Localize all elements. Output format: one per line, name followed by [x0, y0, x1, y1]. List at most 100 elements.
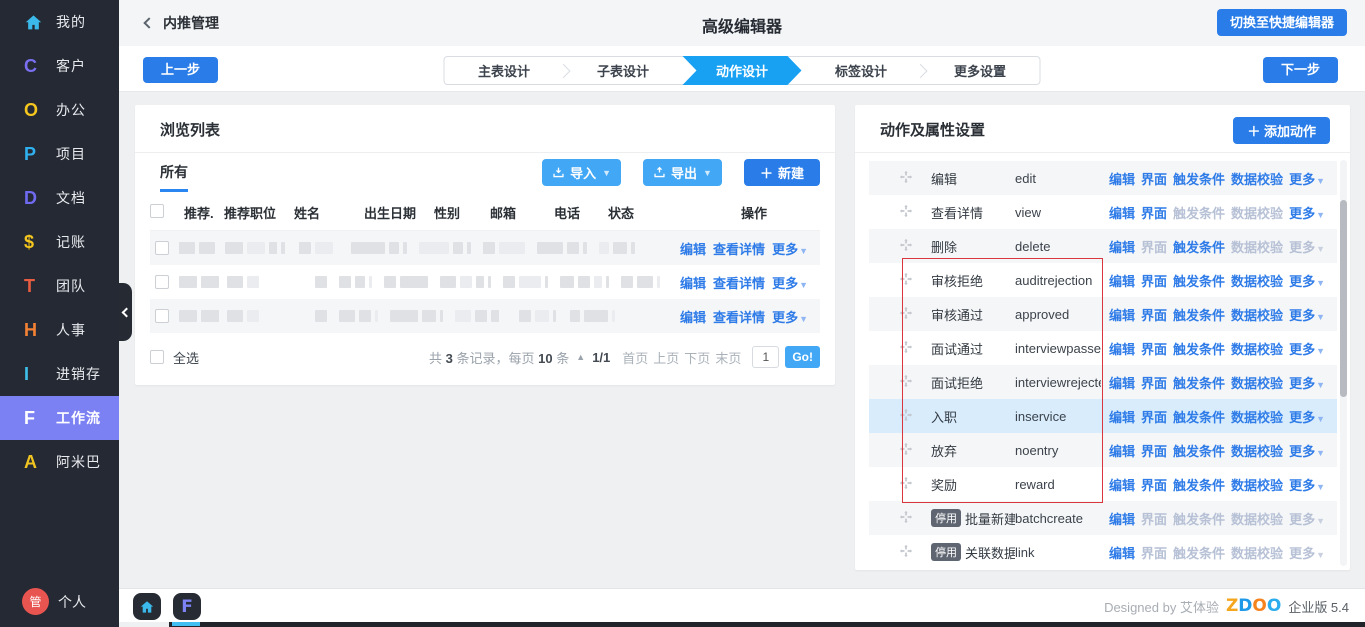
action-link[interactable]: 触发条件 — [1173, 475, 1225, 494]
create-button[interactable]: ＋ 新建 — [744, 159, 820, 186]
action-link[interactable]: 编辑 — [1109, 475, 1135, 494]
action-link[interactable]: 界面 — [1141, 475, 1167, 494]
action-link[interactable]: 触发条件 — [1173, 203, 1225, 222]
action-link[interactable]: 更多▼ — [1289, 441, 1325, 460]
sidebar-item[interactable]: A 阿米巴 — [0, 440, 119, 484]
action-link[interactable]: 触发条件 — [1173, 509, 1225, 528]
action-link[interactable]: 编辑 — [1109, 441, 1135, 460]
row-action-link[interactable]: 查看详情 — [713, 307, 765, 326]
action-link[interactable]: 界面 — [1141, 339, 1167, 358]
sidebar-item[interactable]: D 文档 — [0, 176, 119, 220]
per-page-caret-icon[interactable]: ▲ — [576, 352, 585, 362]
action-link[interactable]: 数据校验 — [1231, 373, 1283, 392]
header-checkbox[interactable] — [150, 204, 164, 218]
row-action-link[interactable]: 编辑 — [680, 273, 706, 292]
action-row[interactable]: 删除 delete 编辑界面触发条件数据校验更多▼ — [869, 229, 1337, 263]
action-link[interactable]: 编辑 — [1109, 543, 1135, 562]
action-row[interactable]: 面试拒绝 interviewrejected 编辑界面触发条件数据校验更多▼ — [869, 365, 1337, 399]
action-link[interactable]: 触发条件 — [1173, 407, 1225, 426]
action-link[interactable]: 界面 — [1141, 407, 1167, 426]
action-link[interactable]: 数据校验 — [1231, 543, 1283, 562]
action-link[interactable]: 更多▼ — [1289, 339, 1325, 358]
tab-all[interactable]: 所有 — [160, 162, 188, 192]
page-number-input[interactable] — [752, 346, 779, 368]
action-link[interactable]: 触发条件 — [1173, 305, 1225, 324]
drag-handle-icon[interactable] — [899, 476, 915, 492]
drag-handle-icon[interactable] — [899, 544, 915, 560]
drag-handle-icon[interactable] — [899, 408, 915, 424]
action-link[interactable]: 更多▼ — [1289, 543, 1325, 562]
scrollbar-thumb[interactable] — [1340, 200, 1347, 397]
action-link[interactable]: 数据校验 — [1231, 237, 1283, 256]
action-link[interactable]: 编辑 — [1109, 203, 1135, 222]
table-row[interactable]: 编辑查看详情更多▼ — [150, 231, 820, 265]
sidebar-item[interactable]: P 项目 — [0, 132, 119, 176]
action-link[interactable]: 界面 — [1141, 305, 1167, 324]
export-button[interactable]: 导出 ▼ — [643, 159, 722, 186]
action-row[interactable]: 面试通过 interviewpassed 编辑界面触发条件数据校验更多▼ — [869, 331, 1337, 365]
action-link[interactable]: 编辑 — [1109, 271, 1135, 290]
action-link[interactable]: 更多▼ — [1289, 373, 1325, 392]
table-row[interactable]: 编辑查看详情更多▼ — [150, 299, 820, 333]
import-button[interactable]: 导入 ▼ — [542, 159, 621, 186]
action-link[interactable]: 界面 — [1141, 169, 1167, 188]
row-checkbox[interactable] — [155, 241, 169, 255]
avatar[interactable]: 管 — [22, 588, 49, 615]
action-row[interactable]: 审核拒绝 auditrejection 编辑界面触发条件数据校验更多▼ — [869, 263, 1337, 297]
action-link[interactable]: 触发条件 — [1173, 237, 1225, 256]
action-link[interactable]: 数据校验 — [1231, 339, 1283, 358]
action-link[interactable]: 界面 — [1141, 441, 1167, 460]
action-link[interactable]: 编辑 — [1109, 305, 1135, 324]
action-row[interactable]: 停用 关联数据 link 编辑界面触发条件数据校验更多▼ — [869, 535, 1337, 569]
switch-editor-button[interactable]: 切换至快捷编辑器 — [1217, 9, 1347, 36]
row-action-link[interactable]: 更多▼ — [772, 273, 808, 292]
workflow-task-button[interactable]: F — [173, 593, 201, 620]
wizard-step[interactable]: 动作设计 — [683, 56, 802, 85]
action-link[interactable]: 数据校验 — [1231, 305, 1283, 324]
drag-handle-icon[interactable] — [899, 442, 915, 458]
row-checkbox[interactable] — [155, 309, 169, 323]
sidebar-collapse-handle[interactable] — [119, 283, 132, 341]
action-link[interactable]: 更多▼ — [1289, 237, 1325, 256]
sidebar-item-personal[interactable]: 管 个人 — [0, 588, 119, 615]
action-row[interactable]: 放弃 noentry 编辑界面触发条件数据校验更多▼ — [869, 433, 1337, 467]
action-link[interactable]: 编辑 — [1109, 509, 1135, 528]
row-action-link[interactable]: 查看详情 — [713, 273, 765, 292]
action-link[interactable]: 界面 — [1141, 271, 1167, 290]
action-link[interactable]: 触发条件 — [1173, 169, 1225, 188]
action-row[interactable]: 停用 批量新建 batchcreate 编辑界面触发条件数据校验更多▼ — [869, 501, 1337, 535]
wizard-step[interactable]: 更多设置 — [921, 57, 1040, 84]
action-link[interactable]: 编辑 — [1109, 339, 1135, 358]
pager-link[interactable]: 首页 — [622, 351, 648, 366]
drag-handle-icon[interactable] — [899, 238, 915, 254]
action-link[interactable]: 界面 — [1141, 237, 1167, 256]
sidebar-item[interactable]: F 工作流 — [0, 396, 119, 440]
action-link[interactable]: 数据校验 — [1231, 475, 1283, 494]
row-action-link[interactable]: 编辑 — [680, 307, 706, 326]
action-link[interactable]: 更多▼ — [1289, 407, 1325, 426]
drag-handle-icon[interactable] — [899, 306, 915, 322]
action-link[interactable]: 触发条件 — [1173, 271, 1225, 290]
action-link[interactable]: 更多▼ — [1289, 169, 1325, 188]
action-link[interactable]: 数据校验 — [1231, 271, 1283, 290]
add-action-button[interactable]: ＋ 添加动作 — [1233, 117, 1330, 144]
drag-handle-icon[interactable] — [899, 204, 915, 220]
sidebar-item[interactable]: $ 记账 — [0, 220, 119, 264]
action-link[interactable]: 更多▼ — [1289, 203, 1325, 222]
action-row[interactable]: 审核通过 approved 编辑界面触发条件数据校验更多▼ — [869, 297, 1337, 331]
action-link[interactable]: 触发条件 — [1173, 339, 1225, 358]
scrollbar-track[interactable] — [1340, 160, 1347, 566]
action-link[interactable]: 触发条件 — [1173, 441, 1225, 460]
row-action-link[interactable]: 更多▼ — [772, 239, 808, 258]
action-link[interactable]: 数据校验 — [1231, 441, 1283, 460]
drag-handle-icon[interactable] — [899, 374, 915, 390]
row-action-link[interactable]: 查看详情 — [713, 239, 765, 258]
action-link[interactable]: 数据校验 — [1231, 509, 1283, 528]
drag-handle-icon[interactable] — [899, 510, 915, 526]
action-link[interactable]: 数据校验 — [1231, 169, 1283, 188]
sidebar-item[interactable]: 我的 — [0, 0, 119, 44]
sidebar-item[interactable]: O 办公 — [0, 88, 119, 132]
action-link[interactable]: 更多▼ — [1289, 271, 1325, 290]
table-row[interactable]: 编辑查看详情更多▼ — [150, 265, 820, 299]
home-task-button[interactable] — [133, 593, 161, 620]
